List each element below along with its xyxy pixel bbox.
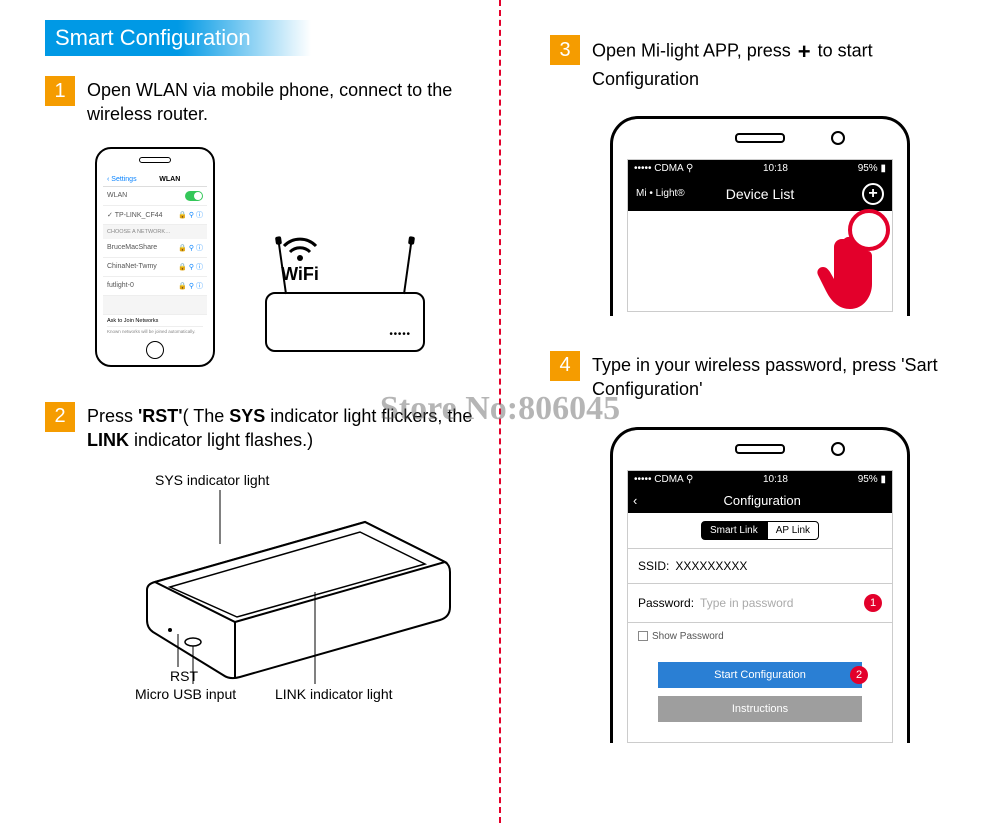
step-1-number: 1	[45, 76, 75, 106]
wlan-toggle	[185, 191, 203, 201]
device-list-navbar: Mi • Light® Device List +	[628, 177, 892, 211]
status-bar: ••••• CDMA ⚲10:1895% ▮	[628, 160, 892, 177]
status-bar: ••••• CDMA ⚲10:1895% ▮	[628, 471, 892, 488]
step-4-text: Type in your wireless password, press 'S…	[592, 351, 970, 402]
step-3-text: Open Mi-light APP, press + to start Conf…	[592, 35, 970, 91]
tab-ap-link[interactable]: AP Link	[767, 521, 819, 540]
password-field[interactable]: Password:Type in password 1	[628, 583, 892, 622]
brand-label: Mi • Light®	[636, 188, 685, 199]
step-2-number: 2	[45, 402, 75, 432]
ask-join-footer: Ask to Join Networks Known networks will…	[103, 314, 207, 337]
device-box-drawing	[75, 472, 475, 702]
start-configuration-button[interactable]: Start Configuration 2	[658, 662, 862, 688]
step-1-illustration: ‹ Settings WLAN WLAN ✓ TP-LINK_CF44 🔒 ⚲ …	[95, 147, 435, 377]
step-1-text: Open WLAN via mobile phone, connect to t…	[87, 76, 475, 127]
section-header: Smart Configuration	[45, 20, 311, 56]
ssid-field: SSID:XXXXXXXXX	[628, 548, 892, 583]
callout-badge-1: 1	[864, 594, 882, 612]
antenna-icon	[403, 239, 413, 294]
wifi-label: WiFi	[280, 232, 320, 285]
step-1: 1 Open WLAN via mobile phone, connect to…	[45, 76, 475, 127]
link-mode-tabs[interactable]: Smart Link AP Link	[628, 513, 892, 548]
signal-icon: 🔒 ⚲ ⓘ	[178, 210, 203, 220]
tab-smart-link[interactable]: Smart Link	[701, 521, 767, 540]
step-3-number: 3	[550, 35, 580, 65]
step-4: 4 Type in your wireless password, press …	[550, 351, 970, 402]
navbar-title: Device List	[726, 186, 794, 202]
config-title: ‹Configuration	[628, 488, 892, 513]
step-2-text: Press 'RST'( The SYS indicator light fli…	[87, 402, 475, 453]
network-item: futlight-0	[107, 282, 134, 289]
step-3-phone: ••••• CDMA ⚲10:1895% ▮ Mi • Light® Devic…	[610, 116, 910, 316]
pointing-hand-icon	[814, 231, 884, 312]
nav-title: WLAN	[159, 176, 180, 183]
step-4-phone: ••••• CDMA ⚲10:1895% ▮ ‹Configuration Sm…	[610, 427, 910, 743]
callout-badge-2: 2	[850, 666, 868, 684]
step-2-illustration: SYS indicator light RST Micro USB input …	[75, 472, 475, 702]
router-illustration	[265, 292, 425, 352]
wlan-screen: ‹ Settings WLAN WLAN ✓ TP-LINK_CF44 🔒 ⚲ …	[103, 173, 207, 337]
step-4-number: 4	[550, 351, 580, 381]
phone-outline: ‹ Settings WLAN WLAN ✓ TP-LINK_CF44 🔒 ⚲ …	[95, 147, 215, 367]
network-item: ChinaNet-Twmy	[107, 263, 157, 270]
sys-indicator-label: SYS indicator light	[155, 472, 269, 488]
rst-label: RST	[170, 668, 198, 684]
usb-label: Micro USB input	[135, 686, 236, 702]
choose-network-header: CHOOSE A NETWORK…	[103, 225, 207, 239]
nav-back: ‹ Settings	[107, 176, 137, 183]
add-device-button[interactable]: +	[862, 183, 884, 205]
show-password-checkbox[interactable]: Show Password	[628, 622, 892, 650]
network-item: BruceMacShare	[107, 244, 157, 251]
wlan-toggle-label: WLAN	[107, 192, 127, 199]
step-3: 3 Open Mi-light APP, press + to start Co…	[550, 35, 970, 91]
column-divider	[499, 0, 501, 823]
connected-network: ✓ TP-LINK_CF44	[107, 211, 163, 219]
wifi-icon	[280, 232, 320, 262]
step-2: 2 Press 'RST'( The SYS indicator light f…	[45, 402, 475, 453]
plus-icon: +	[798, 37, 811, 67]
link-indicator-label: LINK indicator light	[275, 686, 393, 702]
instructions-button[interactable]: Instructions	[658, 696, 862, 722]
